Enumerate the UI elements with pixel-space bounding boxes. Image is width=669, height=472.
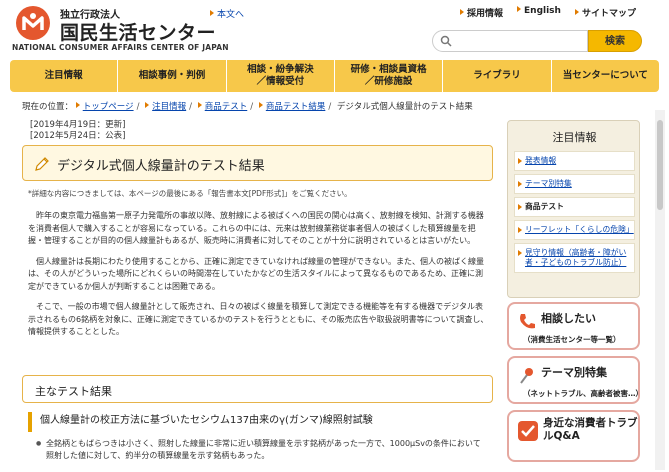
page-title: デジタル式個人線量計のテスト結果 (57, 159, 265, 174)
breadcrumb-product-test[interactable]: 商品テスト (205, 102, 248, 112)
breadcrumb: 現在の位置： トップページ / 注目情報 / 商品テスト / 商品テスト結果 / デジタ… (22, 100, 473, 112)
site-header: 独立行政法人 国民生活センター NATIONAL CONSUMER AFFAIR… (0, 0, 669, 60)
published-date: [2012年5月24日：公表] (30, 131, 126, 141)
arrow-icon (460, 9, 464, 15)
sidebar-item-product-test[interactable]: 商品テスト (514, 197, 635, 217)
sitemap-link[interactable]: サイトマップ (574, 6, 636, 19)
arrow-icon (574, 9, 579, 15)
nav-about[interactable]: 当センターについて (552, 60, 659, 92)
result-list: 全銘柄ともばらつきは小さく、照射した線量に非常に近い積算線量を示す銘柄があった一… (36, 438, 486, 462)
arrow-icon (75, 102, 80, 108)
breadcrumb-separator: / (136, 102, 140, 112)
arrow-icon (210, 10, 214, 16)
english-link[interactable]: English (517, 6, 561, 19)
arrow-icon (517, 6, 522, 12)
top-links: 採用情報 English サイトマップ (460, 6, 636, 19)
sidebar-item-press[interactable]: 発表情報 (514, 151, 635, 171)
banner-title: テーマ別特集 (541, 366, 607, 379)
banner-subtitle: （ネットトラブル、高齢者被害…） (523, 389, 643, 398)
sidebar-item-label: 商品テスト (525, 202, 564, 211)
arrow-icon (197, 102, 202, 108)
sidebar-item-label: リーフレット「くらしの危険」 (525, 225, 634, 234)
search-icon (440, 35, 452, 47)
nav-library[interactable]: ライブラリ (443, 60, 552, 92)
pushpin-icon (520, 368, 533, 384)
nav-featured[interactable]: 注目情報 (10, 60, 119, 92)
checkmark-icon (518, 421, 538, 441)
breadcrumb-home[interactable]: トップページ (83, 102, 134, 112)
banner-qa[interactable]: 身近な消費者トラブルQ&A (507, 410, 640, 462)
updated-date: [2019年4月19日：更新] (30, 120, 126, 130)
sidebar-item-label: 見守り情報（高齢者・障がい者・子どものトラブル防止） (525, 248, 627, 267)
org-name[interactable]: 国民生活センター (60, 18, 216, 45)
nav-training-label: 研修・相談員資格 ／研修施設 (350, 64, 427, 87)
breadcrumb-separator: / (189, 102, 193, 112)
breadcrumb-separator: / (328, 102, 332, 112)
sidebar: 注目情報 発表情報 テーマ別特集 商品テスト リーフレット「くらしの危険」 見守… (507, 120, 640, 298)
skip-link-label: 本文へ (217, 10, 245, 20)
sidebar-item-label: テーマ別特集 (525, 179, 572, 188)
section-heading: 主なテスト結果 (35, 385, 112, 398)
pdf-note: *詳細な内容につきましては、本ページの最後にある「報告書本文[PDF形式]」をご… (28, 189, 352, 198)
arrow-icon (145, 102, 150, 108)
breadcrumb-featured[interactable]: 注目情報 (152, 102, 186, 112)
phone-icon (520, 314, 535, 329)
scrollbar-thumb[interactable] (657, 120, 663, 210)
page-title-box: デジタル式個人線量計のテスト結果 (22, 145, 493, 181)
sidebar-item-leaflet[interactable]: リーフレット「くらしの危険」 (514, 220, 635, 240)
sidebar-item-themes[interactable]: テーマ別特集 (514, 174, 635, 194)
sidebar-title: 注目情報 (552, 131, 597, 144)
sidebar-item-label: 発表情報 (525, 156, 557, 165)
sub-heading: 個人線量計の校正方法に基づいたセシウム137由来のγ(ガンマ)線照射試験 (28, 412, 490, 432)
body-text: 昨年の東京電力福島第一原子力発電所の事故以降、放射線による被ばくへの国民の関心は… (28, 210, 490, 347)
recruit-link-label: 採用情報 (467, 9, 504, 19)
pencil-icon (35, 157, 49, 171)
dates: [2019年4月19日：更新] [2012年5月24日：公表] (30, 120, 126, 142)
search-button[interactable]: 検索 (588, 30, 642, 52)
english-link-label: English (524, 6, 561, 16)
logo-mark-icon (22, 13, 44, 30)
banner-consult[interactable]: 相談したい （消費生活センター等一覧） (507, 302, 640, 350)
breadcrumb-test-results[interactable]: 商品テスト結果 (266, 102, 326, 112)
breadcrumb-prefix: 現在の位置： (22, 102, 74, 112)
recruit-link[interactable]: 採用情報 (460, 6, 503, 19)
sidebar-list: 発表情報 テーマ別特集 商品テスト リーフレット「くらしの危険」 見守り情報（高… (514, 151, 635, 276)
skip-to-content-link[interactable]: 本文へ (210, 7, 244, 20)
search-input[interactable] (456, 32, 584, 50)
breadcrumb-separator: / (250, 102, 254, 112)
org-english-name: NATIONAL CONSUMER AFFAIRS CENTER OF JAPA… (12, 43, 229, 52)
banner-title: 身近な消費者トラブルQ&A (543, 417, 638, 442)
breadcrumb-current: デジタル式個人線量計のテスト結果 (336, 102, 473, 112)
banner-title: 相談したい (541, 312, 596, 325)
banner-subtitle: （消費生活センター等一覧） (523, 335, 621, 344)
global-nav: 注目情報 相談事例・判例 相談・紛争解決 ／情報受付 研修・相談員資格 ／研修施設 … (10, 60, 659, 92)
nav-cases[interactable]: 相談事例・判例 (118, 60, 227, 92)
site-logo[interactable] (16, 6, 50, 40)
sidebar-item-watch[interactable]: 見守り情報（高齢者・障がい者・子どものトラブル防止） (514, 243, 635, 273)
list-item: 全銘柄ともばらつきは小さく、照射した線量に非常に近い積算線量を示す銘柄があった一… (36, 438, 486, 462)
paragraph: そこで、一般の市場で個人線量計として販売され、日々の被ばく線量を積算して測定でき… (28, 302, 489, 336)
arrow-icon (258, 102, 263, 108)
nav-consultation-label: 相談・紛争解決 ／情報受付 (247, 64, 314, 87)
banner-themes[interactable]: テーマ別特集 （ネットトラブル、高齢者被害…） (507, 356, 643, 404)
nav-consultation[interactable]: 相談・紛争解決 ／情報受付 (227, 60, 335, 92)
nav-training[interactable]: 研修・相談員資格 ／研修施設 (335, 60, 444, 92)
paragraph: 個人線量計は長期にわたり使用することから、正確に測定できていなければ線量の管理が… (28, 256, 484, 291)
section-heading-box: 主なテスト結果 (22, 375, 493, 403)
sitemap-link-label: サイトマップ (581, 9, 636, 19)
paragraph: 昨年の東京電力福島第一原子力発電所の事故以降、放射線による被ばくへの国民の関心は… (28, 211, 484, 245)
